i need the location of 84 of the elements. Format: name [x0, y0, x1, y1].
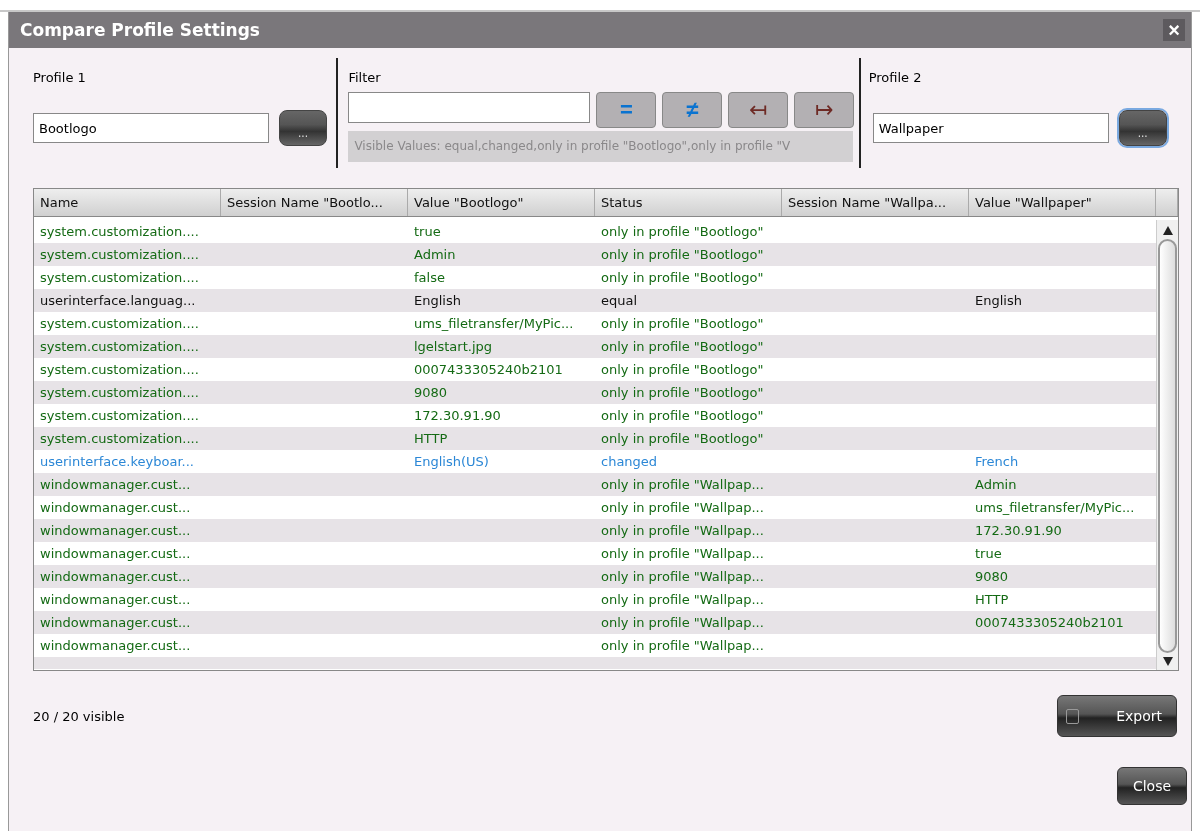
scroll-down-icon[interactable]	[1162, 657, 1173, 666]
table-cell-text: only in profile "Wallpap...	[600, 499, 765, 517]
table-cell-text: English	[413, 292, 462, 310]
table-cell-text: lgelstart.jpg	[413, 338, 493, 356]
table-cell-text: windowmanager.cust...	[39, 591, 192, 609]
table-cell-text: userinterface.languag...	[39, 292, 197, 310]
filter-field[interactable]	[348, 92, 591, 123]
column-header[interactable]: Status	[595, 189, 782, 216]
table-cell-text: system.customization....	[39, 430, 200, 448]
table-cell-text: system.customization....	[39, 407, 200, 425]
table-cell-text: true	[413, 223, 442, 241]
table-cell-text: windowmanager.cust...	[39, 545, 192, 563]
table-cell-text: only in profile "Bootlogo"	[600, 223, 765, 241]
table-cell-text: true	[974, 545, 1003, 563]
document-icon	[1066, 708, 1079, 724]
profile-field[interactable]: Bootlogo	[33, 113, 269, 143]
table-cell-text: system.customization....	[39, 338, 200, 356]
table-cell-text: Admin	[413, 246, 457, 264]
table-cell-text: English(US)	[413, 453, 490, 471]
table-cell-text: windowmanager.cust...	[39, 614, 192, 632]
table-cell-text: Admin	[974, 476, 1018, 494]
table-cell-text: HTTP	[974, 591, 1010, 609]
table-cell-text: only in profile "Bootlogo"	[600, 430, 765, 448]
table-cell-text: only in profile "Wallpap...	[600, 614, 765, 632]
table-cell-text: windowmanager.cust...	[39, 637, 192, 655]
export-button[interactable]: Export	[1057, 695, 1177, 737]
close-button[interactable]: ×	[1163, 19, 1185, 41]
table-cell-text: only in profile "Bootlogo"	[600, 269, 765, 287]
column-header[interactable]: Value "Bootlogo"	[408, 189, 595, 216]
scroll-thumb[interactable]	[1158, 239, 1177, 653]
table-cell-text: 172.30.91.90	[413, 407, 502, 425]
table-cell-text: only in profile "Wallpap...	[600, 637, 765, 655]
filter-button[interactable]: ↤	[728, 92, 789, 128]
table-cell-text: system.customization....	[39, 384, 200, 402]
table-cell-text: ums_filetransfer/MyPic...	[974, 499, 1136, 517]
table-cell-text: false	[413, 269, 446, 287]
table-cell-text: windowmanager.cust...	[39, 568, 192, 586]
table-cell-text: 9080	[413, 384, 449, 402]
table-cell-text: system.customization....	[39, 223, 200, 241]
table-cell-text: only in profile "Bootlogo"	[600, 361, 765, 379]
table-cell-text: equal	[600, 292, 639, 310]
table-cell-text: 0007433305240b2101	[974, 614, 1125, 632]
profile-field[interactable]: Wallpaper	[872, 113, 1109, 143]
table-cell-text: windowmanager.cust...	[39, 476, 192, 494]
visible-count: 20 / 20 visible	[33, 708, 125, 724]
table-cell-text: system.customization....	[39, 269, 200, 287]
browse-button[interactable]: ...	[1118, 110, 1167, 146]
window-title: Compare Profile Settings	[20, 20, 260, 40]
table-cell-text: only in profile "Bootlogo"	[600, 407, 765, 425]
table-cell-text: only in profile "Wallpap...	[600, 545, 765, 563]
column-header[interactable]: Session Name "Wallpa...	[782, 189, 969, 216]
filter-label: Filter	[348, 70, 382, 87]
table-cell-text: 0007433305240b2101	[413, 361, 564, 379]
table-cell-text: only in profile "Bootlogo"	[600, 338, 765, 356]
table-cell-text: only in profile "Wallpap...	[600, 591, 765, 609]
table-cell-text: HTTP	[413, 430, 449, 448]
profile-label: Profile 2	[868, 70, 923, 87]
table-cell-text: only in profile "Bootlogo"	[600, 384, 765, 402]
scrollbar[interactable]	[1156, 220, 1178, 670]
table-cell-text: English	[974, 292, 1023, 310]
table-cell-text: system.customization....	[39, 315, 200, 333]
column-header[interactable]: Session Name "Bootlo...	[221, 189, 408, 216]
column-header[interactable]: Value "Wallpaper"	[969, 189, 1156, 216]
browse-button[interactable]: ...	[279, 110, 327, 146]
table-cell-text: userinterface.keyboar...	[39, 453, 195, 471]
table-cell-text: changed	[600, 453, 659, 471]
table-cell-text: 9080	[974, 568, 1010, 586]
filter-button[interactable]: ↦	[794, 92, 855, 128]
table-cell-text: only in profile "Wallpap...	[600, 476, 765, 494]
profile-label: Profile 1	[33, 70, 87, 87]
table-cell-text: system.customization....	[39, 246, 200, 264]
column-header[interactable]: Name	[34, 189, 221, 216]
table-cell-text: only in profile "Bootlogo"	[600, 315, 765, 333]
table-cell-text: windowmanager.cust...	[39, 499, 192, 517]
table-cell-text: only in profile "Bootlogo"	[600, 246, 765, 264]
table-cell-text: 172.30.91.90	[974, 522, 1063, 540]
table-cell-text: only in profile "Wallpap...	[600, 522, 765, 540]
table-cell-text: windowmanager.cust...	[39, 522, 192, 540]
close-button[interactable]: Close	[1117, 767, 1187, 805]
table-cell-text: only in profile "Wallpap...	[600, 568, 765, 586]
table-cell-text: ums_filetransfer/MyPic...	[413, 315, 575, 333]
visible-values-text: Visible Values: equal,changed,only in profile "Bootlogo",only in profile "V	[348, 131, 854, 162]
table-cell-text: French	[974, 453, 1020, 471]
table-cell-text: system.customization....	[39, 361, 200, 379]
